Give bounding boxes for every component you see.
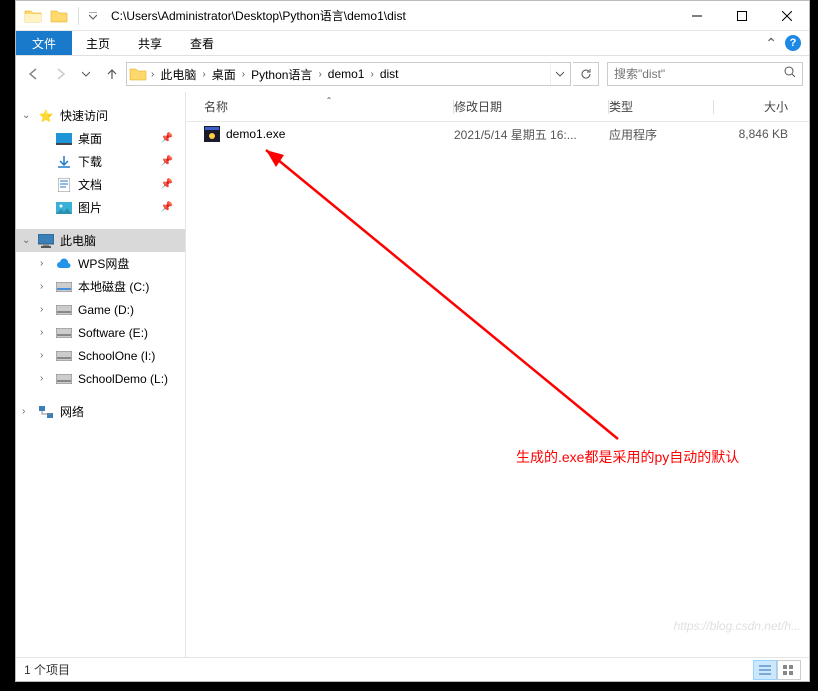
- share-tab[interactable]: 共享: [124, 31, 176, 55]
- status-bar: 1 个项目: [16, 657, 809, 681]
- address-dropdown[interactable]: [550, 63, 568, 85]
- file-rows: demo1.exe 2021/5/14 星期五 16:... 应用程序 8,84…: [186, 122, 809, 657]
- sidebar-wps[interactable]: ›WPS网盘: [16, 252, 185, 275]
- chevron-right-icon[interactable]: ›: [200, 69, 207, 80]
- sidebar-drive-c[interactable]: ›本地磁盘 (C:): [16, 275, 185, 298]
- sort-asc-icon: ⌃: [326, 96, 333, 105]
- file-size: 8,846 KB: [714, 127, 802, 141]
- breadcrumb-seg[interactable]: Python语言: [247, 63, 316, 85]
- sidebar-downloads[interactable]: 下载📌: [16, 150, 185, 173]
- pictures-icon: [56, 200, 72, 216]
- column-headers: ⌃名称 修改日期 类型 大小: [186, 92, 809, 122]
- search-input[interactable]: [614, 67, 784, 81]
- item-count: 1 个项目: [24, 661, 70, 678]
- sidebar-documents[interactable]: 文档📌: [16, 173, 185, 196]
- address-bar[interactable]: › 此电脑 › 桌面 › Python语言 › demo1 › dist: [126, 62, 571, 86]
- minimize-ribbon-button[interactable]: ⌃: [765, 35, 777, 52]
- ribbon-tabs: 文件 主页 共享 查看 ⌃ ?: [16, 31, 809, 56]
- computer-icon: [38, 233, 54, 249]
- drive-icon: [56, 279, 72, 295]
- minimize-button[interactable]: [674, 1, 719, 30]
- drive-icon: [56, 348, 72, 364]
- sidebar-drive-i[interactable]: ›SchoolOne (I:): [16, 344, 185, 367]
- col-type[interactable]: 类型: [609, 98, 714, 115]
- annotation-text: 生成的.exe都是采用的py自动的默认: [516, 447, 739, 467]
- window-title: C:\Users\Administrator\Desktop\Python语言\…: [111, 7, 674, 24]
- desktop-icon: [56, 131, 72, 147]
- document-icon: [56, 177, 72, 193]
- pin-icon: 📌: [161, 202, 173, 213]
- details-view-button[interactable]: [753, 660, 777, 680]
- drive-icon: [56, 371, 72, 387]
- maximize-button[interactable]: [719, 1, 764, 30]
- col-date[interactable]: 修改日期: [454, 98, 609, 115]
- sidebar-drive-l[interactable]: ›SchoolDemo (L:): [16, 367, 185, 390]
- chevron-right-icon[interactable]: ›: [368, 69, 375, 80]
- sidebar-network[interactable]: ›网络: [16, 400, 185, 423]
- home-tab[interactable]: 主页: [72, 31, 124, 55]
- breadcrumb-seg[interactable]: demo1: [324, 63, 369, 85]
- file-tab[interactable]: 文件: [16, 31, 72, 55]
- search-box[interactable]: [607, 62, 803, 86]
- pin-icon: 📌: [161, 179, 173, 190]
- explorer-icon: [24, 8, 42, 24]
- pin-icon: 📌: [161, 156, 173, 167]
- chevron-right-icon[interactable]: ›: [149, 69, 156, 80]
- qat-folder-icon: [50, 8, 68, 24]
- explorer-window: C:\Users\Administrator\Desktop\Python语言\…: [15, 0, 810, 682]
- file-list-area: ⌃名称 修改日期 类型 大小 demo1.exe 2021/5/14 星期五 1…: [186, 92, 809, 657]
- breadcrumb-seg[interactable]: dist: [376, 63, 403, 85]
- file-row[interactable]: demo1.exe 2021/5/14 星期五 16:... 应用程序 8,84…: [186, 122, 809, 146]
- search-icon[interactable]: [784, 65, 796, 83]
- exe-icon: [204, 126, 220, 142]
- drive-icon: [56, 325, 72, 341]
- content-area: ⌄⭐快速访问 桌面📌 下载📌 文档📌 图片📌 ⌄此电脑 ›WPS网盘 ›本地磁盘…: [16, 92, 809, 657]
- help-icon[interactable]: ?: [785, 35, 801, 51]
- chevron-right-icon[interactable]: ›: [316, 69, 323, 80]
- download-icon: [56, 154, 72, 170]
- folder-icon: [129, 66, 147, 82]
- back-button[interactable]: [22, 62, 46, 86]
- file-name: demo1.exe: [226, 127, 285, 141]
- up-button[interactable]: [100, 62, 124, 86]
- nav-row: › 此电脑 › 桌面 › Python语言 › demo1 › dist: [16, 56, 809, 92]
- recent-dropdown[interactable]: [74, 62, 98, 86]
- breadcrumb-seg[interactable]: 桌面: [208, 63, 240, 85]
- sidebar-quick-access[interactable]: ⌄⭐快速访问: [16, 104, 185, 127]
- qat-customize-button[interactable]: [85, 8, 101, 24]
- refresh-button[interactable]: [573, 62, 599, 86]
- star-icon: ⭐: [38, 108, 54, 124]
- forward-button[interactable]: [48, 62, 72, 86]
- separator: [78, 7, 79, 25]
- nav-sidebar: ⌄⭐快速访问 桌面📌 下载📌 文档📌 图片📌 ⌄此电脑 ›WPS网盘 ›本地磁盘…: [16, 92, 186, 657]
- view-tab[interactable]: 查看: [176, 31, 228, 55]
- window-controls: [674, 1, 809, 30]
- sidebar-drive-e[interactable]: ›Software (E:): [16, 321, 185, 344]
- pin-icon: 📌: [161, 133, 173, 144]
- sidebar-pictures[interactable]: 图片📌: [16, 196, 185, 219]
- file-type: 应用程序: [609, 126, 714, 143]
- sidebar-desktop[interactable]: 桌面📌: [16, 127, 185, 150]
- file-date: 2021/5/14 星期五 16:...: [454, 126, 609, 143]
- close-button[interactable]: [764, 1, 809, 30]
- col-name[interactable]: ⌃名称: [204, 98, 454, 115]
- cloud-icon: [56, 256, 72, 272]
- chevron-right-icon[interactable]: ›: [240, 69, 247, 80]
- col-size[interactable]: 大小: [714, 98, 802, 115]
- icons-view-button[interactable]: [777, 660, 801, 680]
- title-bar: C:\Users\Administrator\Desktop\Python语言\…: [16, 1, 809, 31]
- drive-icon: [56, 302, 72, 318]
- sidebar-drive-d[interactable]: ›Game (D:): [16, 298, 185, 321]
- breadcrumb-root[interactable]: 此电脑: [156, 63, 200, 85]
- network-icon: [38, 404, 54, 420]
- view-mode-buttons: [753, 660, 801, 680]
- sidebar-this-pc[interactable]: ⌄此电脑: [16, 229, 185, 252]
